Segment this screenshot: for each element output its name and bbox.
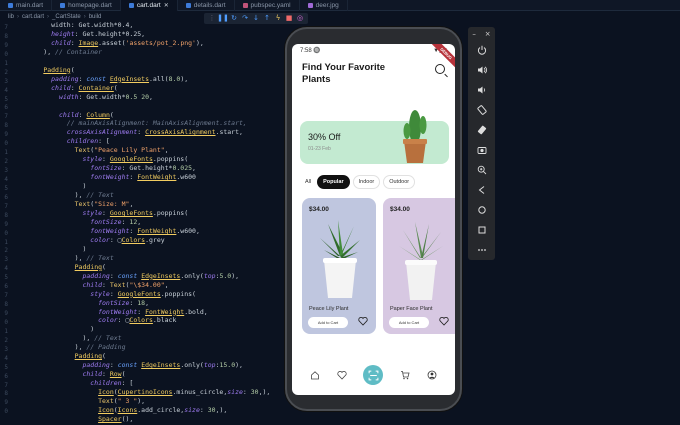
code-editor[interactable]: width: Get.width*0.4, height: Get.height… bbox=[12, 21, 294, 425]
promo-dates: 01-23 Feb bbox=[308, 146, 331, 152]
promo-title: 30% Off bbox=[308, 132, 341, 142]
add-to-cart-button[interactable]: Add to Cart bbox=[389, 317, 429, 328]
emulator-window-controls: – × bbox=[468, 27, 495, 40]
image-file-icon bbox=[307, 3, 313, 8]
tab-outdoor[interactable]: Outdoor bbox=[383, 175, 416, 189]
dart-file-icon bbox=[128, 3, 134, 8]
status-time: 7:58 🔘 bbox=[300, 47, 321, 54]
back-icon[interactable] bbox=[468, 180, 495, 200]
line-number-gutter: 7890123456 7890123456 7890123456 7890123… bbox=[4, 24, 8, 416]
product-card-paper-face[interactable]: $34.00 Paper Face Plant Add to Cart bbox=[383, 198, 455, 334]
product-price: $34.00 bbox=[309, 206, 329, 213]
devtools-icon[interactable]: ◎ bbox=[296, 15, 304, 23]
heart-icon[interactable] bbox=[439, 316, 449, 326]
emulator-toolbar: – × bbox=[468, 27, 495, 260]
breadcrumb-item[interactable]: cart.dart bbox=[22, 14, 44, 20]
volume-up-icon[interactable] bbox=[468, 60, 495, 80]
promo-banner[interactable]: 30% Off 01-23 Feb bbox=[300, 110, 449, 164]
dart-file-icon bbox=[8, 3, 13, 8]
phone-emulator: 7:58 🔘 ▼◢▮ DEBUG Find Your Favorite Plan… bbox=[285, 27, 462, 411]
camera-icon[interactable] bbox=[468, 140, 495, 160]
overview-icon[interactable] bbox=[468, 220, 495, 240]
product-price: $34.00 bbox=[390, 206, 410, 213]
cart-icon[interactable] bbox=[400, 370, 410, 380]
product-card-peace-lily[interactable]: $34.00 Peace Lily Plant Add to Cart bbox=[302, 198, 376, 334]
add-to-cart-button[interactable]: Add to Cart bbox=[308, 317, 348, 328]
product-name: Peace Lily Plant bbox=[309, 306, 349, 312]
tab-indoor[interactable]: Indoor bbox=[352, 175, 381, 189]
product-name: Paper Face Plant bbox=[390, 306, 433, 312]
more-icon[interactable] bbox=[468, 240, 495, 260]
tab-deer-jpg[interactable]: deer.jpg bbox=[300, 0, 348, 11]
power-icon[interactable] bbox=[468, 40, 495, 60]
heart-icon[interactable] bbox=[337, 370, 347, 380]
heart-icon[interactable] bbox=[358, 316, 368, 326]
tab-all[interactable]: All bbox=[302, 175, 314, 189]
breadcrumb-item[interactable]: lib bbox=[8, 14, 14, 20]
scan-button[interactable] bbox=[363, 365, 384, 385]
editor-tab-bar: main.dart homepage.dart cart.dart ✕ detai… bbox=[0, 0, 680, 11]
dart-file-icon bbox=[185, 3, 191, 8]
tab-pubspec-yaml[interactable]: pubspec.yaml bbox=[235, 0, 300, 11]
zoom-icon[interactable] bbox=[468, 160, 495, 180]
tab-homepage-dart[interactable]: homepage.dart bbox=[52, 0, 121, 11]
home-icon[interactable] bbox=[310, 370, 320, 380]
search-icon[interactable] bbox=[435, 64, 445, 74]
scan-icon bbox=[368, 370, 379, 380]
bottom-navigation bbox=[292, 363, 455, 387]
tab-details-dart[interactable]: details.dart bbox=[178, 0, 235, 11]
minimize-button[interactable]: – bbox=[472, 30, 476, 38]
volume-down-icon[interactable] bbox=[468, 80, 495, 100]
home-icon[interactable] bbox=[468, 200, 495, 220]
profile-icon[interactable] bbox=[427, 370, 437, 380]
tab-main-dart[interactable]: main.dart bbox=[0, 0, 53, 11]
yaml-file-icon bbox=[242, 3, 248, 8]
aloe-plant-image bbox=[399, 222, 443, 300]
rotate-left-icon[interactable] bbox=[468, 100, 495, 120]
app-screen: 7:58 🔘 ▼◢▮ DEBUG Find Your Favorite Plan… bbox=[292, 44, 455, 395]
dart-file-icon bbox=[60, 3, 66, 8]
breadcrumb-item[interactable]: _CartState bbox=[52, 14, 81, 20]
breadcrumb-item[interactable]: build bbox=[89, 14, 102, 20]
tab-popular[interactable]: Popular bbox=[317, 175, 350, 189]
app-header: Find Your Favorite Plants bbox=[292, 56, 455, 94]
close-button[interactable]: × bbox=[485, 30, 491, 38]
cactus-pot-image bbox=[403, 110, 427, 163]
rotate-right-icon[interactable] bbox=[468, 120, 495, 140]
tab-cart-dart[interactable]: cart.dart ✕ bbox=[120, 0, 178, 11]
category-tabs: All Popular Indoor Outdoor bbox=[302, 175, 416, 189]
page-title: Find Your Favorite Plants bbox=[302, 62, 386, 85]
close-tab-icon[interactable]: ✕ bbox=[164, 2, 169, 9]
peace-lily-plant-image bbox=[320, 220, 360, 298]
status-bar: 7:58 🔘 ▼◢▮ bbox=[292, 44, 455, 56]
